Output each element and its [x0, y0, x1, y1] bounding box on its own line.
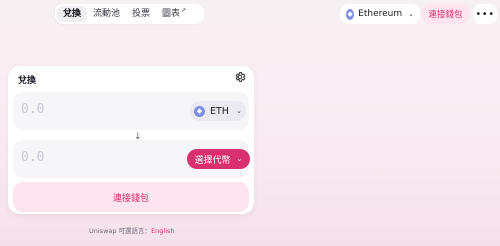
- main-nav: 兌換 流動池 投票 圖表↗: [55, 4, 204, 24]
- ethereum-icon: ◆: [346, 8, 355, 20]
- input-amount-field[interactable]: 0.0: [21, 102, 44, 117]
- network-selector[interactable]: ◆ Ethereum ⌄: [340, 4, 420, 24]
- chevron-down-icon: ⌄: [235, 107, 242, 115]
- input-token-selector[interactable]: ◆ ETH ⌄: [190, 101, 246, 121]
- gear-icon[interactable]: [234, 71, 246, 83]
- nav-tab-vote[interactable]: 投票: [126, 6, 156, 22]
- header-connect-wallet-button[interactable]: 連接錢包: [422, 4, 469, 24]
- language-link[interactable]: English: [151, 227, 174, 235]
- chevron-down-icon: ⌄: [236, 155, 243, 163]
- swap-title: 兌換: [18, 76, 37, 86]
- nav-tab-charts-label: 圖表: [162, 9, 181, 19]
- select-token-button[interactable]: 選擇代幣 ⌄: [187, 149, 250, 169]
- language-footer: Uniswap 可選語言：English: [89, 225, 175, 235]
- nav-tab-swap[interactable]: 兌換: [57, 6, 88, 22]
- network-label: Ethereum: [358, 9, 403, 19]
- external-link-icon: ↗: [181, 7, 187, 14]
- input-token-panel: 0.0 ◆ ETH ⌄: [13, 92, 249, 130]
- nav-tab-pool[interactable]: 流動池: [87, 6, 126, 22]
- chevron-down-icon: ⌄: [408, 10, 414, 18]
- eth-token-icon: ◆: [194, 105, 205, 117]
- connect-wallet-button[interactable]: 連接錢包: [13, 182, 249, 212]
- nav-tab-charts[interactable]: 圖表↗: [156, 6, 191, 22]
- output-amount-field[interactable]: 0.0: [21, 150, 44, 165]
- swap-card: 兌換 0.0 ◆ ETH ⌄ ↓ 0.0 選擇代幣 ⌄ 連接錢包: [8, 66, 254, 214]
- select-token-label: 選擇代幣: [194, 155, 231, 166]
- output-token-panel: 0.0 選擇代幣 ⌄: [13, 140, 250, 178]
- input-token-symbol: ETH: [210, 105, 229, 117]
- footer-text: Uniswap 可選語言：: [89, 227, 152, 235]
- more-menu-button[interactable]: •••: [473, 4, 497, 24]
